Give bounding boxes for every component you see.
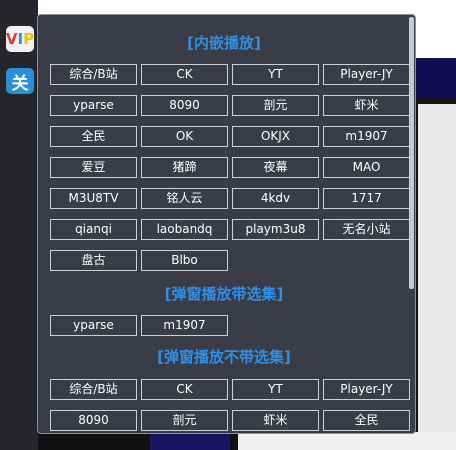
source-button[interactable]: 剖元 (232, 95, 319, 116)
source-button[interactable]: 爱豆 (50, 157, 137, 178)
source-button[interactable]: 全民 (50, 126, 137, 147)
panel-scroll-area[interactable]: [内嵌播放] 综合/B站 CK YT Player-JY yparse 8090… (38, 15, 410, 433)
source-button[interactable]: 虾米 (323, 95, 410, 116)
source-button[interactable]: yparse (50, 95, 137, 116)
source-button[interactable]: 综合/B站 (50, 379, 137, 400)
section-title-embedded: [内嵌播放] (187, 34, 261, 52)
close-label: 关 (11, 73, 29, 94)
source-button[interactable]: 综合/B站 (50, 64, 137, 85)
source-button[interactable]: 盘古 (50, 250, 137, 271)
source-button[interactable]: 剖元 (141, 410, 228, 431)
vip-letter-v: V (5, 30, 18, 48)
source-button[interactable]: playm3u8 (232, 219, 319, 240)
source-button[interactable]: m1907 (141, 315, 228, 336)
source-button[interactable]: 全民 (323, 410, 410, 431)
source-button[interactable]: M3U8TV (50, 188, 137, 209)
source-button[interactable]: laobandq (141, 219, 228, 240)
source-button[interactable]: YT (232, 64, 319, 85)
section-title-popup-with-episodes: [弹窗播放带选集] (164, 285, 284, 303)
source-button[interactable]: MAO (323, 157, 410, 178)
source-button[interactable]: 夜幕 (232, 157, 319, 178)
source-button[interactable]: OK (141, 126, 228, 147)
source-button[interactable]: 8090 (50, 410, 137, 431)
background-bottom-white (238, 432, 456, 450)
panel-scrollbar[interactable] (409, 17, 414, 289)
close-button[interactable]: 关 (6, 68, 34, 94)
source-button[interactable]: OKJX (232, 126, 319, 147)
source-button[interactable]: 猪蹄 (141, 157, 228, 178)
background-video-content (418, 104, 456, 450)
source-button[interactable]: 无名小站 (323, 219, 410, 240)
parse-source-panel: [内嵌播放] 综合/B站 CK YT Player-JY yparse 8090… (37, 14, 416, 434)
vip-letter-p: P (23, 30, 35, 48)
source-button[interactable]: 铭人云 (141, 188, 228, 209)
source-button[interactable]: 1717 (323, 188, 410, 209)
source-button[interactable]: CK (141, 64, 228, 85)
source-button[interactable]: CK (141, 379, 228, 400)
source-button[interactable]: 4kdv (232, 188, 319, 209)
source-button[interactable]: 8090 (141, 95, 228, 116)
source-button[interactable]: 虾米 (232, 410, 319, 431)
vip-button[interactable]: VIP (6, 26, 34, 52)
source-button[interactable]: yparse (50, 315, 137, 336)
source-button[interactable]: Blbo (141, 250, 228, 271)
background-bottom-navy (150, 432, 230, 450)
source-button[interactable]: Player-JY (323, 64, 410, 85)
source-button[interactable]: m1907 (323, 126, 410, 147)
source-button[interactable]: YT (232, 379, 319, 400)
source-button[interactable]: qianqi (50, 219, 137, 240)
section-title-popup-without-episodes: [弹窗播放不带选集] (157, 348, 291, 366)
source-button[interactable]: Player-JY (323, 379, 410, 400)
